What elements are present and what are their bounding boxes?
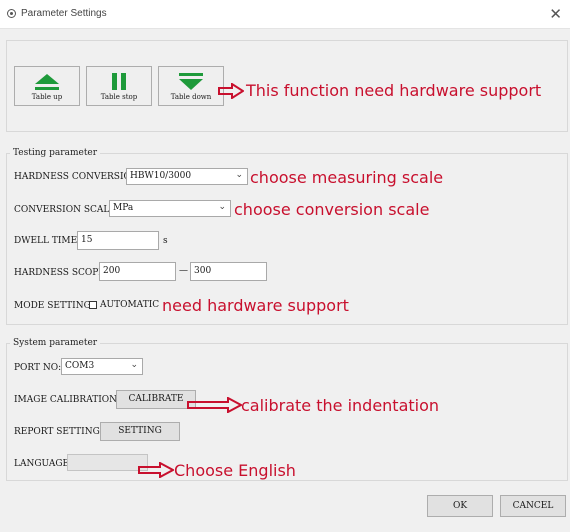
chevron-down-icon: ⌄ — [218, 202, 226, 212]
table-stop-label: Table stop — [100, 93, 138, 101]
hardness-conversion-select[interactable]: HBW10/3000 ⌄ — [126, 168, 248, 185]
annotation-calibrate: calibrate the indentation — [241, 396, 440, 415]
annotation-english: Choose English — [174, 461, 296, 480]
title-bar: Parameter Settings ✕ — [0, 0, 570, 29]
hardness-scope-dash: — — [179, 266, 188, 276]
hardness-scope-max-input[interactable]: 300 — [190, 262, 267, 281]
down-arrow-icon — [179, 73, 203, 90]
language-label: LANGUAGE: — [14, 459, 73, 469]
annotation-measuring-scale: choose measuring scale — [250, 168, 444, 187]
app-icon — [7, 9, 16, 18]
port-no-value: COM3 — [65, 361, 95, 371]
hardness-scope-min-input[interactable]: 200 — [99, 262, 176, 281]
testing-parameter-legend: Testing parameter — [10, 148, 101, 158]
window-title: Parameter Settings — [21, 8, 107, 19]
table-stop-button[interactable]: Table stop — [86, 66, 152, 106]
pause-icon — [112, 73, 126, 90]
image-calibration-label: IMAGE CALIBRATION: — [14, 395, 120, 405]
conversion-scale-label: CONVERSION SCALE: — [14, 205, 119, 215]
close-icon[interactable]: ✕ — [549, 5, 562, 23]
system-parameter-legend: System parameter — [10, 338, 101, 348]
mode-setting-label: MODE SETTING: — [14, 301, 94, 311]
dwell-time-input[interactable]: 15 — [77, 231, 159, 250]
setting-button[interactable]: SETTING — [100, 422, 180, 441]
calibrate-button[interactable]: CALIBRATE — [116, 390, 196, 409]
up-arrow-icon — [35, 74, 59, 90]
dwell-time-unit: s — [163, 236, 168, 246]
table-down-button[interactable]: Table down — [158, 66, 224, 106]
hardness-conversion-value: HBW10/3000 — [130, 171, 192, 181]
table-up-button[interactable]: Table up — [14, 66, 80, 106]
dwell-time-label: DWELL TIME: — [14, 236, 81, 246]
annotation-mode-hardware: need hardware support — [162, 296, 349, 315]
red-arrow-icon — [187, 397, 242, 413]
report-setting-label: REPORT SETTING: — [14, 427, 103, 437]
red-arrow-icon — [138, 462, 174, 478]
table-up-label: Table up — [31, 93, 63, 101]
conversion-scale-select[interactable]: MPa ⌄ — [109, 200, 231, 217]
language-select[interactable] — [67, 454, 148, 471]
annotation-hardware-support: This function need hardware support — [246, 81, 542, 100]
automatic-label: AUTOMATIC — [100, 300, 160, 310]
automatic-checkbox[interactable] — [89, 301, 97, 309]
hardness-scope-label: HARDNESS SCOPE: — [14, 268, 108, 278]
chevron-down-icon: ⌄ — [235, 170, 243, 180]
port-no-select[interactable]: COM3 ⌄ — [61, 358, 143, 375]
hardness-conversion-label: HARDNESS CONVERSION: — [14, 172, 142, 182]
annotation-conversion-scale: choose conversion scale — [234, 200, 430, 219]
chevron-down-icon: ⌄ — [130, 360, 138, 370]
conversion-scale-value: MPa — [113, 203, 134, 213]
red-arrow-icon — [218, 83, 244, 99]
ok-button[interactable]: OK — [427, 495, 493, 517]
port-no-label: PORT NO: — [14, 363, 62, 373]
cancel-button[interactable]: CANCEL — [500, 495, 566, 517]
table-down-label: Table down — [170, 93, 212, 101]
